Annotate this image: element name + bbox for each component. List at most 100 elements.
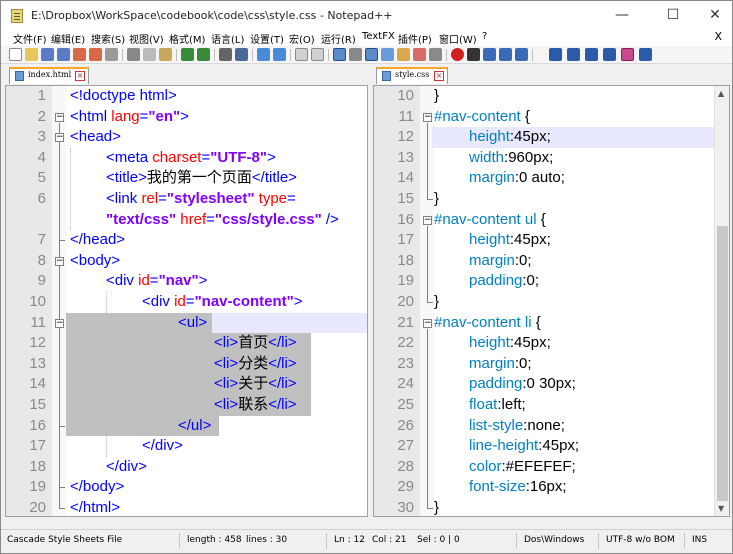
status-encoding[interactable]: UTF-8 w/o BOM <box>606 535 675 545</box>
menu-run[interactable]: 运行(R) <box>321 31 356 46</box>
code-text: "text/css" href="css/style.css" /> <box>106 210 339 231</box>
copy-icon[interactable] <box>143 48 156 61</box>
paste-icon[interactable] <box>159 48 172 61</box>
save-all-icon[interactable] <box>57 48 70 61</box>
code-line[interactable]: 17 </div> <box>6 436 367 457</box>
save-icon[interactable] <box>41 48 54 61</box>
move-down-icon[interactable] <box>603 48 616 61</box>
toolbar <box>1 46 732 64</box>
code-line[interactable]: 13 <li>分类</li> <box>6 354 367 375</box>
indent-guide-icon[interactable] <box>365 48 378 61</box>
tab-style-css[interactable]: style.css × <box>376 67 448 84</box>
zoom-in-icon[interactable] <box>257 48 270 61</box>
run-macro-multiple-icon[interactable] <box>499 48 512 61</box>
menu-view[interactable]: 视图(V) <box>129 31 164 46</box>
menu-file[interactable]: 文件(F) <box>13 31 47 46</box>
code-token: padding <box>469 375 523 393</box>
zoom-out-icon[interactable] <box>273 48 286 61</box>
code-line[interactable]: 5 <title>我的第一个页面</title> <box>6 168 367 189</box>
scrollbar-thumb[interactable] <box>717 226 728 501</box>
print-icon[interactable] <box>105 48 118 61</box>
code-token: :0 30px; <box>522 375 576 393</box>
sync-horizontal-icon[interactable] <box>311 48 324 61</box>
line-number: 23 <box>397 354 414 372</box>
fold-toggle-icon[interactable]: − <box>423 215 432 225</box>
menu-edit[interactable]: 编辑(E) <box>51 31 85 46</box>
left-editor-pane[interactable]: 1 <!doctype html> 2 <html lang="en"> 3 <head>… <box>5 85 368 517</box>
line-number: 30 <box>397 499 414 516</box>
right-editor-pane[interactable]: 10} 11 #nav-content {12 height:45px; 13 width… <box>373 85 730 517</box>
undo-icon[interactable] <box>181 48 194 61</box>
code-token: line-height <box>469 437 539 455</box>
find-icon[interactable] <box>219 48 232 61</box>
code-line[interactable]: 9 <div id="nav"> <box>6 271 367 292</box>
code-line[interactable]: 1 <!doctype html> <box>6 86 367 107</box>
title-bar[interactable]: E:\Dropbox\WorkSpace\codebook\code\css\s… <box>1 1 732 30</box>
stop-macro-icon[interactable] <box>467 48 480 61</box>
close-file-icon[interactable] <box>73 48 86 61</box>
doc-map-icon[interactable] <box>397 48 410 61</box>
user-language-icon[interactable] <box>381 48 394 61</box>
fold-toggle-icon[interactable]: − <box>55 133 64 143</box>
redo-icon[interactable] <box>197 48 210 61</box>
code-line[interactable]: 10 <div id="nav-content"> <box>6 292 367 313</box>
menu-help[interactable]: ? <box>482 31 487 42</box>
close-window-button[interactable]: ✕ <box>701 5 729 25</box>
triangle-up-icon[interactable] <box>567 48 580 61</box>
fold-toggle-icon[interactable]: − <box>423 112 432 122</box>
maximize-button[interactable]: ☐ <box>659 5 687 25</box>
menu-settings[interactable]: 设置(T) <box>250 31 284 46</box>
code-line[interactable]: "text/css" href="css/style.css" /> <box>6 210 367 231</box>
close-document-x[interactable]: X <box>714 30 722 43</box>
code-token: <body> <box>70 251 121 269</box>
code-text: <li>关于</li> <box>214 374 297 395</box>
triangle-down-icon[interactable] <box>585 48 598 61</box>
tab-close-icon[interactable]: × <box>434 71 444 81</box>
code-text: <!doctype html> <box>70 86 177 107</box>
menu-format[interactable]: 格式(M) <box>169 31 205 46</box>
move-up-icon[interactable] <box>549 48 562 61</box>
minimize-button[interactable]: — <box>608 5 636 25</box>
spell-check-icon[interactable] <box>621 48 634 61</box>
function-list-icon[interactable] <box>413 48 426 61</box>
cut-icon[interactable] <box>127 48 140 61</box>
vertical-scrollbar[interactable]: ▲ ▼ <box>714 86 729 516</box>
fold-toggle-icon[interactable]: − <box>55 112 64 122</box>
scroll-down-icon[interactable]: ▼ <box>718 504 724 513</box>
replace-icon[interactable] <box>235 48 248 61</box>
code-line[interactable]: 4 <meta charset="UTF-8"> <box>6 148 367 169</box>
status-eol[interactable]: Dos\Windows <box>524 535 584 545</box>
code-line[interactable]: 6 <link rel="stylesheet" type= <box>6 189 367 210</box>
fold-toggle-icon[interactable]: − <box>423 318 432 328</box>
menu-textfx[interactable]: TextFX <box>362 31 395 42</box>
code-line[interactable]: 14 <li>关于</li> <box>6 374 367 395</box>
menu-window[interactable]: 窗口(W) <box>439 31 477 46</box>
code-line[interactable]: 10} <box>374 86 729 107</box>
code-line[interactable]: 12 <li>首页</li> <box>6 333 367 354</box>
show-all-chars-icon[interactable] <box>349 48 362 61</box>
menu-search[interactable]: 搜索(S) <box>91 31 125 46</box>
close-all-icon[interactable] <box>89 48 102 61</box>
menu-plugins[interactable]: 插件(P) <box>398 31 432 46</box>
sync-vertical-icon[interactable] <box>295 48 308 61</box>
new-file-icon[interactable] <box>9 48 22 61</box>
menu-macro[interactable]: 宏(O) <box>289 31 315 46</box>
extra-tool-icon[interactable] <box>639 48 652 61</box>
play-macro-icon[interactable] <box>483 48 496 61</box>
tab-index-html[interactable]: index.html × <box>9 67 89 84</box>
code-token: </head> <box>70 231 126 249</box>
line-number: 26 <box>397 416 414 434</box>
code-line[interactable]: 18 </div> <box>6 457 367 478</box>
word-wrap-icon[interactable] <box>333 48 346 61</box>
save-macro-icon[interactable] <box>515 48 528 61</box>
tab-close-icon[interactable]: × <box>75 71 85 81</box>
scroll-up-icon[interactable]: ▲ <box>718 89 724 98</box>
code-token: width <box>469 148 505 166</box>
record-macro-icon[interactable] <box>451 48 464 61</box>
fold-toggle-icon[interactable]: − <box>55 256 64 266</box>
open-file-icon[interactable] <box>25 48 38 61</box>
fold-toggle-icon[interactable]: − <box>55 318 64 328</box>
folder-workspace-icon[interactable] <box>429 48 442 61</box>
code-line[interactable]: 15 <li>联系</li> <box>6 395 367 416</box>
menu-language[interactable]: 语言(L) <box>211 31 244 46</box>
